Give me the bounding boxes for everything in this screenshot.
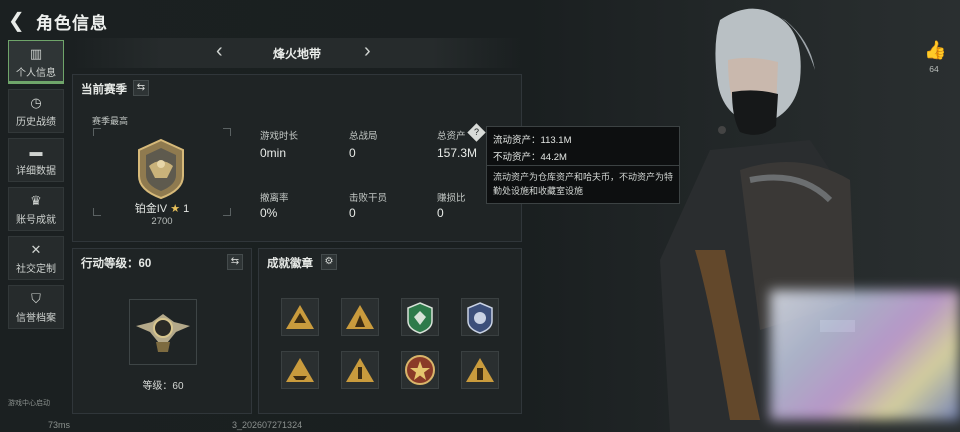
- tooltip-fixed: 不动资产：44.2M: [493, 152, 567, 163]
- stat-label-matches: 总战局: [349, 131, 378, 142]
- top-bar: ❮ 角色信息: [0, 0, 600, 40]
- tooltip-liquid: 流动资产：113.1M: [493, 135, 572, 146]
- mountain-badge-icon[interactable]: [281, 298, 319, 336]
- green-shield-badge-icon[interactable]: [401, 298, 439, 336]
- shield-icon: ⛉: [31, 290, 41, 306]
- season-header: 当前赛季: [81, 84, 127, 96]
- back-arrow-icon[interactable]: ❮: [8, 8, 25, 33]
- sidebar-item-social[interactable]: ✕ 社交定制: [8, 236, 64, 280]
- stat-value-assets: 157.3M: [437, 146, 478, 160]
- tooltip-description: 流动资产为仓库资产和哈夫币，不动资产为特勤处设施和收藏室设施: [493, 172, 674, 196]
- blue-shield-badge-icon[interactable]: [461, 298, 499, 336]
- blurred-area: [770, 290, 960, 420]
- stat-label-kills: 击败干员: [349, 193, 388, 204]
- tooltip-divider: [487, 165, 679, 166]
- tools-icon: ✕: [30, 241, 42, 257]
- platinum-rank-icon: [138, 138, 184, 200]
- season-best-label: 赛季最高: [92, 116, 129, 126]
- sidebar-item-label: 历史战绩: [16, 116, 56, 128]
- stat-value-extract-rate: 0%: [260, 206, 278, 220]
- rank-name: 铂金IV ★ 1: [134, 203, 190, 215]
- stat-value-matches: 0: [349, 146, 356, 160]
- thumbs-up-icon[interactable]: 👍: [924, 40, 946, 61]
- badges-header: 成就徽章: [267, 258, 313, 270]
- rank-points: 2700: [151, 216, 173, 227]
- like-count: 64: [929, 64, 939, 74]
- sidebar-item-label: 账号成就: [16, 214, 56, 226]
- ping-text: 73ms: [48, 420, 71, 430]
- sidebar-item-label: 信誉档案: [16, 312, 56, 324]
- game-center-footer[interactable]: 游戏中心启动: [8, 398, 50, 408]
- stat-value-kills: 0: [349, 206, 356, 220]
- bar-chart-icon: ▥: [29, 45, 43, 61]
- map-selector: ‹ 烽火地带 ›: [72, 38, 522, 68]
- number-one-badge-icon[interactable]: [341, 351, 379, 389]
- stat-value-playtime: 0min: [260, 146, 287, 160]
- boat-badge-icon[interactable]: [281, 351, 319, 389]
- red-star-badge-icon[interactable]: [401, 351, 439, 389]
- sidebar-item-reputation[interactable]: ⛉ 信誉档案: [8, 285, 64, 329]
- sidebar-item-achievements[interactable]: ♛ 账号成就: [8, 187, 64, 231]
- assets-tooltip: 流动资产：113.1M 不动资产：44.2M 流动资产为仓库资产和哈夫币，不动资…: [486, 126, 680, 204]
- sidebar-item-personal-info[interactable]: ▥ 个人信息: [8, 40, 64, 84]
- swap-icon[interactable]: ⇆: [133, 80, 149, 96]
- stat-label-extract-rate: 撤离率: [260, 193, 289, 204]
- chevron-right-icon[interactable]: ›: [364, 40, 371, 63]
- sidebar: ▥ 个人信息 ◷ 历史战绩 ▬ 详细数据 ♛ 账号成就 ✕ 社交定制 ⛉ 信誉档…: [8, 40, 64, 334]
- sidebar-item-label: 社交定制: [16, 263, 56, 275]
- stat-label-profit-ratio: 赚损比: [437, 193, 466, 204]
- stat-value-profit-ratio: 0: [437, 206, 444, 220]
- map-name: 烽火地带: [272, 47, 321, 61]
- action-level-panel: 行动等级：60 ⇆ 等级：60: [72, 248, 252, 414]
- bottle-badge-icon[interactable]: [461, 351, 499, 389]
- sidebar-item-label: 个人信息: [16, 67, 56, 79]
- player-id: 3_2026072713​24: [232, 420, 303, 430]
- sidebar-item-history[interactable]: ◷ 历史战绩: [8, 89, 64, 133]
- action-level-header: 行动等级：60: [81, 258, 152, 270]
- trophy-icon: ♛: [30, 192, 42, 208]
- folder-icon: ▬: [29, 143, 43, 159]
- swap-icon[interactable]: ⇆: [227, 254, 243, 270]
- sidebar-item-details[interactable]: ▬ 详细数据: [8, 138, 64, 182]
- page-title: 角色信息: [36, 14, 108, 33]
- gear-icon[interactable]: ⚙: [321, 254, 337, 270]
- stat-label-assets: 总资产: [437, 131, 466, 142]
- tent-badge-icon[interactable]: [341, 298, 379, 336]
- clock-icon: ◷: [30, 94, 42, 110]
- level-text: 等级：60: [142, 381, 184, 392]
- level-emblem-frame: [129, 299, 197, 365]
- level-emblem-icon: [136, 314, 190, 352]
- stat-label-playtime: 游戏时长: [260, 131, 299, 142]
- sidebar-item-label: 详细数据: [16, 165, 56, 177]
- star-icon: ★: [170, 203, 181, 215]
